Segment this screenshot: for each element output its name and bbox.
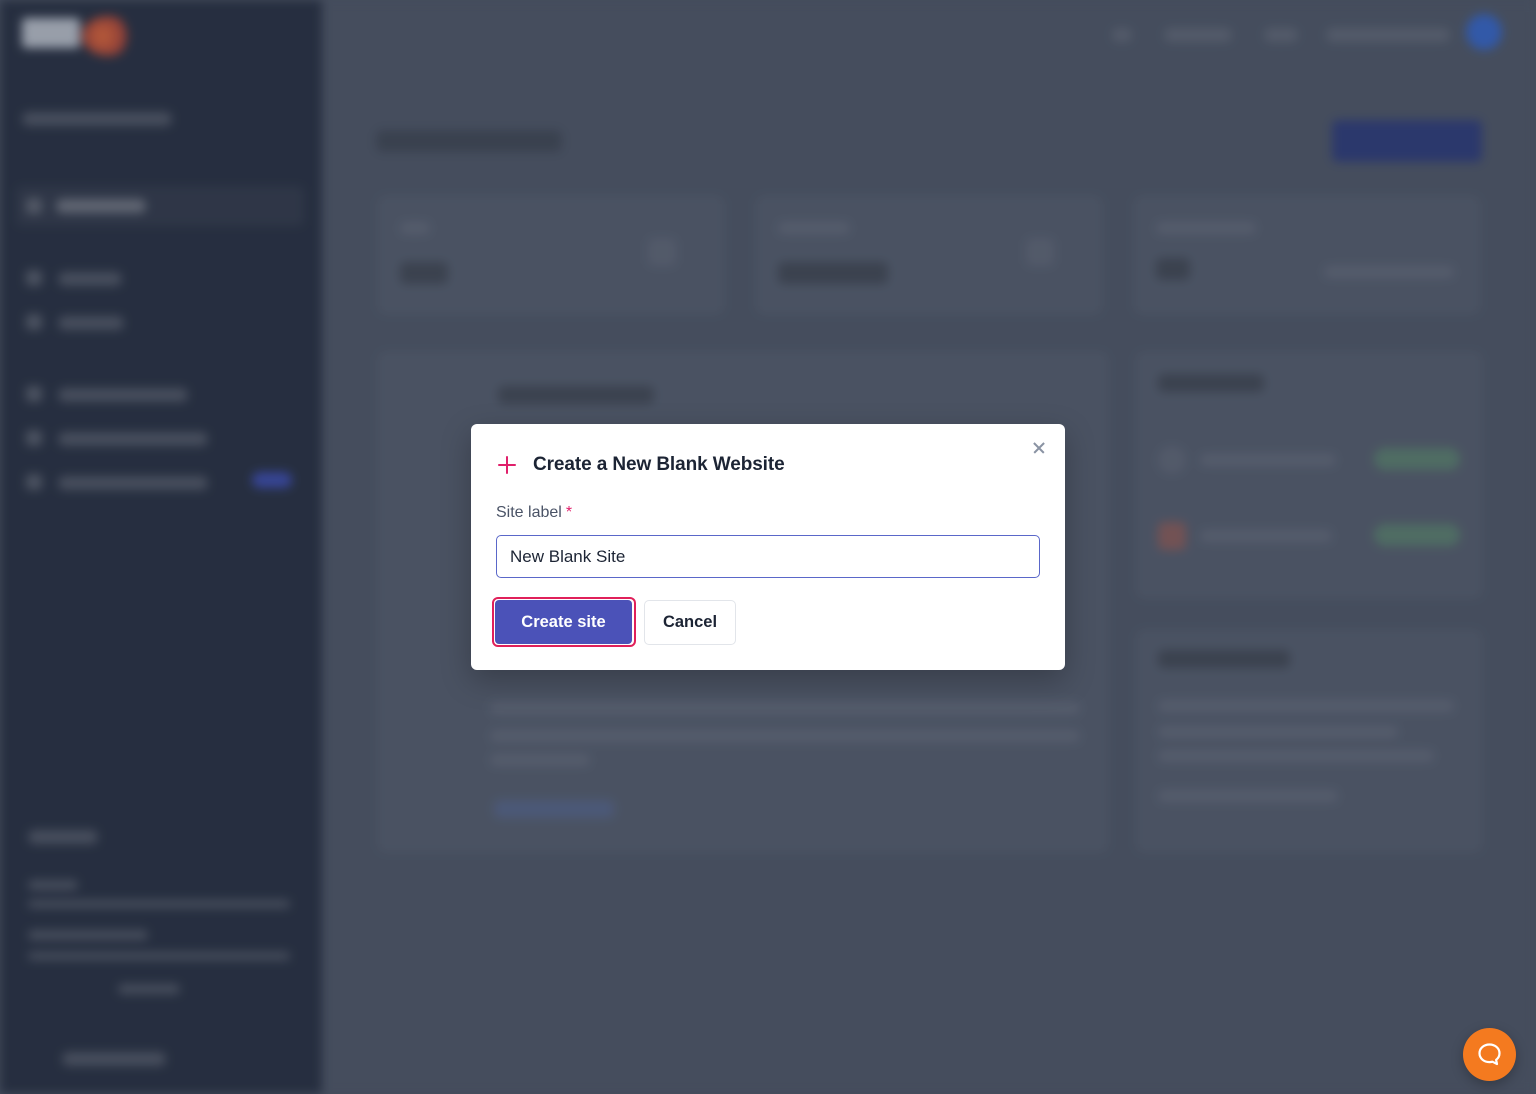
site-label-label: Site label * <box>496 504 572 522</box>
plus-icon <box>497 455 517 475</box>
dialog-title: Create a New Blank Website <box>533 454 785 475</box>
chat-bubble-icon <box>1478 1043 1501 1066</box>
dialog-header: Create a New Blank Website <box>497 454 785 476</box>
chat-launcher-button[interactable] <box>1463 1028 1516 1081</box>
site-label-text: Site label <box>496 504 562 521</box>
close-icon[interactable] <box>1029 438 1049 458</box>
required-marker: * <box>565 504 573 521</box>
create-website-dialog: Create a New Blank Website Site label* C… <box>471 424 1065 670</box>
site-label-input[interactable] <box>496 535 1040 578</box>
cancel-button[interactable]: Cancel <box>644 600 736 645</box>
create-site-button[interactable]: Create site <box>495 600 632 644</box>
